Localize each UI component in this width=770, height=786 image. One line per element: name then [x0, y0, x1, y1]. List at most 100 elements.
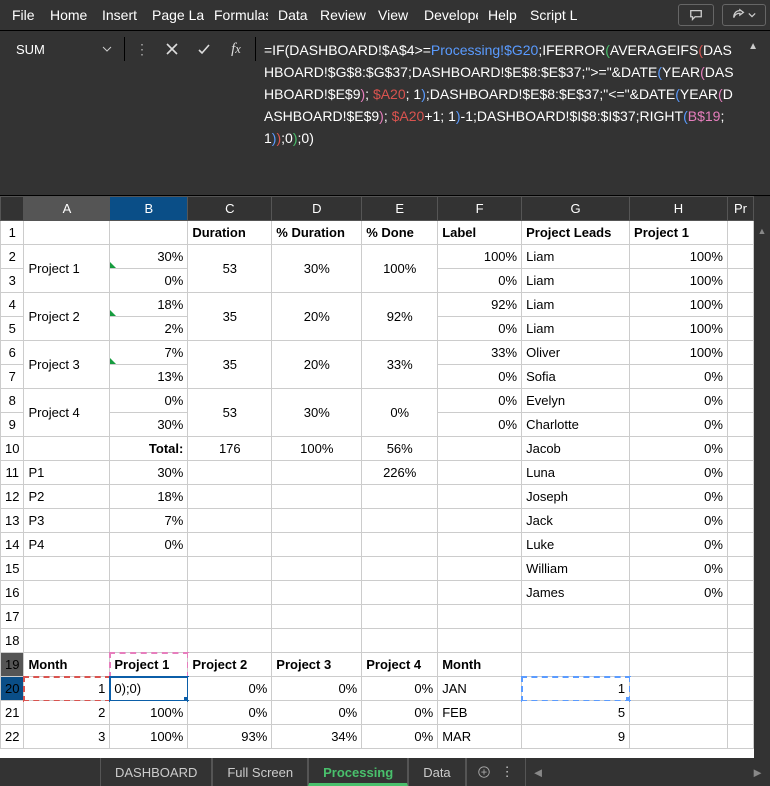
- cell[interactable]: [24, 221, 110, 245]
- row-header[interactable]: 19: [1, 653, 24, 677]
- cell[interactable]: 100%: [110, 725, 188, 749]
- cell[interactable]: % Done: [362, 221, 438, 245]
- cell[interactable]: 0%: [630, 533, 728, 557]
- cell[interactable]: 33%: [362, 341, 438, 389]
- cell[interactable]: [362, 629, 438, 653]
- cell[interactable]: 0%: [438, 317, 522, 341]
- menu-page-layout[interactable]: Page Layout: [144, 3, 204, 27]
- row-header[interactable]: 6: [1, 341, 24, 365]
- cell[interactable]: 0%: [110, 269, 188, 293]
- row-header[interactable]: 2: [1, 245, 24, 269]
- cell[interactable]: [727, 341, 753, 365]
- cell[interactable]: 53: [188, 389, 272, 437]
- cell[interactable]: 0%: [110, 533, 188, 557]
- cell[interactable]: [188, 605, 272, 629]
- cell[interactable]: Month: [438, 653, 522, 677]
- cell[interactable]: 0%: [362, 701, 438, 725]
- cell[interactable]: [727, 461, 753, 485]
- cell[interactable]: [727, 485, 753, 509]
- cell[interactable]: [727, 293, 753, 317]
- cell[interactable]: MAR: [438, 725, 522, 749]
- cell[interactable]: 5: [522, 701, 630, 725]
- cell[interactable]: [438, 509, 522, 533]
- cell[interactable]: 30%: [110, 413, 188, 437]
- cell[interactable]: [438, 629, 522, 653]
- cell[interactable]: 100%: [630, 293, 728, 317]
- cell[interactable]: 34%: [272, 725, 362, 749]
- cell[interactable]: Project 1: [110, 653, 188, 677]
- cell[interactable]: [727, 245, 753, 269]
- accept-formula-button[interactable]: [191, 37, 217, 61]
- cell[interactable]: [272, 629, 362, 653]
- cell[interactable]: [438, 533, 522, 557]
- cell[interactable]: 100%: [630, 317, 728, 341]
- cell[interactable]: Liam: [522, 317, 630, 341]
- cell[interactable]: 30%: [110, 461, 188, 485]
- cancel-formula-button[interactable]: [159, 37, 185, 61]
- row-header[interactable]: 10: [1, 437, 24, 461]
- cell[interactable]: [630, 677, 728, 701]
- cell[interactable]: [272, 509, 362, 533]
- cell[interactable]: Liam: [522, 269, 630, 293]
- cell[interactable]: [727, 581, 753, 605]
- formula-expand-button[interactable]: ▲: [748, 37, 764, 52]
- col-header-H[interactable]: H: [630, 197, 728, 221]
- sheet-tab-processing[interactable]: Processing: [308, 758, 408, 786]
- cell[interactable]: 1: [24, 677, 110, 701]
- cell[interactable]: [188, 557, 272, 581]
- cell[interactable]: P4: [24, 533, 110, 557]
- sheet-options-icon[interactable]: ⋮: [501, 764, 515, 780]
- cell[interactable]: [272, 533, 362, 557]
- cell[interactable]: Liam: [522, 293, 630, 317]
- cell[interactable]: JAN: [438, 677, 522, 701]
- scroll-up-icon[interactable]: ▲: [756, 224, 769, 238]
- cell[interactable]: [188, 533, 272, 557]
- cell[interactable]: 176: [188, 437, 272, 461]
- cell[interactable]: [272, 485, 362, 509]
- row-header[interactable]: 13: [1, 509, 24, 533]
- cell[interactable]: 0%: [630, 389, 728, 413]
- row-header[interactable]: 4: [1, 293, 24, 317]
- cell[interactable]: [630, 701, 728, 725]
- row-header[interactable]: 9: [1, 413, 24, 437]
- menu-home[interactable]: Home: [42, 3, 92, 27]
- cell[interactable]: [727, 437, 753, 461]
- menu-script-lab[interactable]: Script Lab: [522, 3, 578, 27]
- cell[interactable]: [110, 557, 188, 581]
- cell[interactable]: [272, 461, 362, 485]
- cell[interactable]: [438, 581, 522, 605]
- col-header-I[interactable]: Pr: [727, 197, 753, 221]
- cell[interactable]: [362, 509, 438, 533]
- cell[interactable]: 0%: [188, 701, 272, 725]
- cell[interactable]: 0%: [630, 365, 728, 389]
- col-header-B[interactable]: B: [110, 197, 188, 221]
- cell[interactable]: Project 2: [188, 653, 272, 677]
- row-header[interactable]: 17: [1, 605, 24, 629]
- cell[interactable]: P3: [24, 509, 110, 533]
- cell[interactable]: [188, 461, 272, 485]
- cell[interactable]: Luke: [522, 533, 630, 557]
- cell[interactable]: [362, 533, 438, 557]
- cell[interactable]: [438, 485, 522, 509]
- cell[interactable]: 18%: [110, 293, 188, 317]
- cell[interactable]: [188, 581, 272, 605]
- cell[interactable]: 93%: [188, 725, 272, 749]
- cell[interactable]: [24, 629, 110, 653]
- cell[interactable]: 0%: [362, 725, 438, 749]
- name-box[interactable]: SUM: [6, 37, 118, 61]
- cell[interactable]: [727, 533, 753, 557]
- cell[interactable]: Oliver: [522, 341, 630, 365]
- cell[interactable]: [630, 725, 728, 749]
- cell[interactable]: Project 3: [24, 341, 110, 389]
- cell[interactable]: 100%: [630, 269, 728, 293]
- cell[interactable]: 2%: [110, 317, 188, 341]
- cell[interactable]: [362, 485, 438, 509]
- cell[interactable]: [522, 653, 630, 677]
- cell[interactable]: [727, 269, 753, 293]
- cell[interactable]: 0%: [438, 365, 522, 389]
- row-header[interactable]: 3: [1, 269, 24, 293]
- cell[interactable]: 0%: [362, 677, 438, 701]
- formula-input[interactable]: =IF(DASHBOARD!$A$4>=Processing!$G20;IFER…: [262, 37, 742, 191]
- row-header[interactable]: 16: [1, 581, 24, 605]
- cell[interactable]: 0%: [438, 413, 522, 437]
